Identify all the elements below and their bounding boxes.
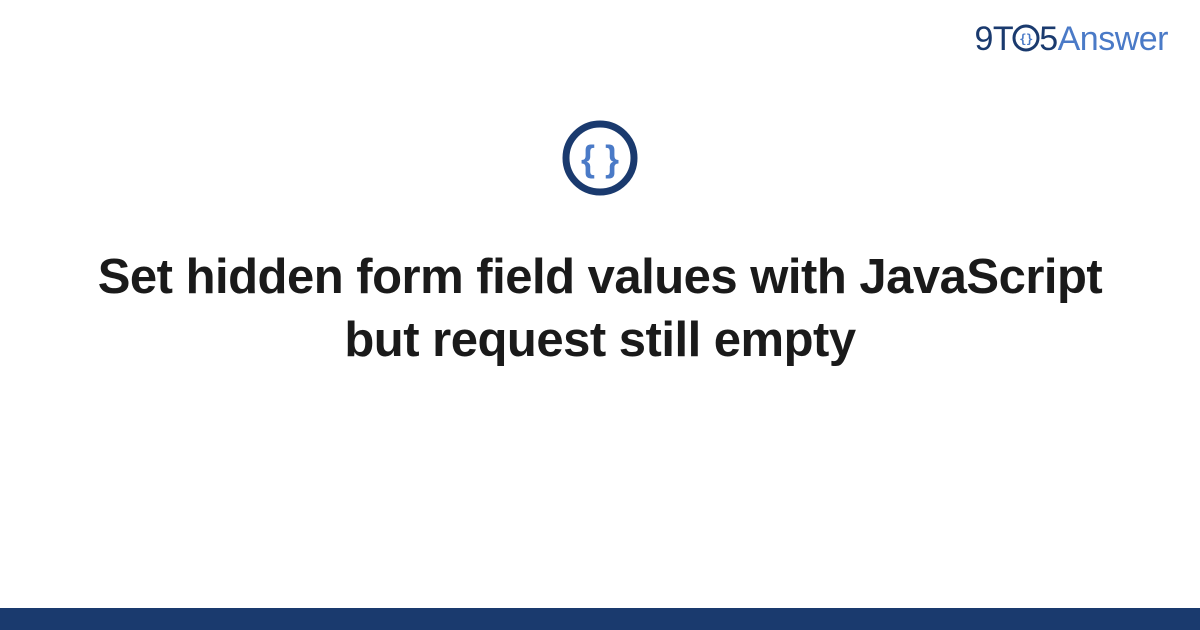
brand-o-icon: {} xyxy=(1012,22,1040,50)
main-content: { } Set hidden form field values with Ja… xyxy=(0,118,1200,371)
svg-text:{ }: { } xyxy=(581,138,619,179)
brand-5: 5 xyxy=(1039,20,1057,58)
code-braces-icon: { } xyxy=(560,118,640,198)
brand-logo: 9T {} 5Answer xyxy=(975,20,1169,59)
brand-9: 9 xyxy=(975,20,993,58)
brand-t: T xyxy=(993,20,1013,58)
svg-text:{}: {} xyxy=(1019,32,1033,46)
brand-answer: Answer xyxy=(1058,20,1168,58)
footer-bar xyxy=(0,608,1200,630)
page-title: Set hidden form field values with JavaSc… xyxy=(60,246,1140,371)
